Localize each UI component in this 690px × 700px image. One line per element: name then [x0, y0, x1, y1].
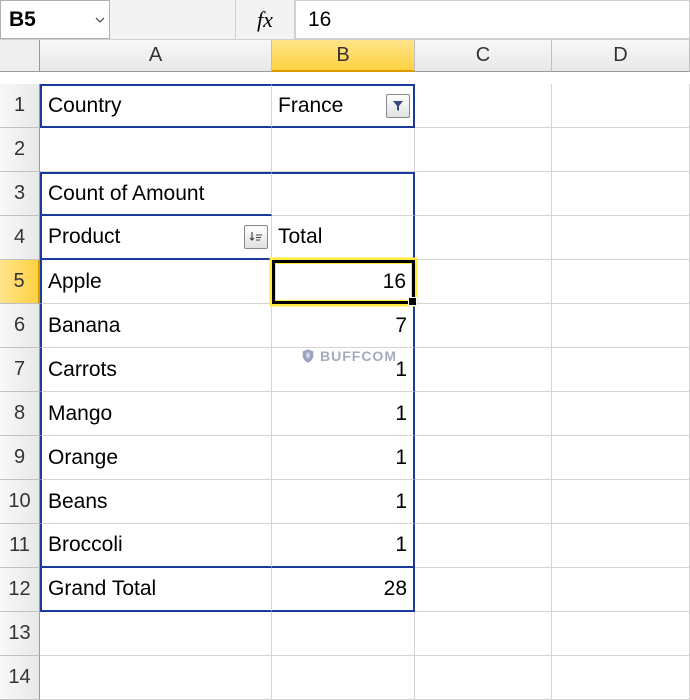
row-header-1[interactable]: 1	[0, 84, 40, 128]
fx-icon: fx	[257, 7, 273, 33]
insert-function-button[interactable]: fx	[235, 0, 295, 39]
row-header-5[interactable]: 5	[0, 260, 40, 304]
row-header-12[interactable]: 12	[0, 568, 40, 612]
cell[interactable]	[415, 172, 552, 216]
pivot-value[interactable]: 1	[272, 348, 415, 392]
cell[interactable]	[415, 656, 552, 700]
cell[interactable]	[552, 84, 690, 128]
pivot-data-field-label[interactable]: Count of Amount	[40, 172, 272, 216]
row-header-14[interactable]: 14	[0, 656, 40, 700]
row-header-7[interactable]: 7	[0, 348, 40, 392]
row-header-2[interactable]: 2	[0, 128, 40, 172]
cell[interactable]	[415, 128, 552, 172]
cell[interactable]	[415, 216, 552, 260]
cell[interactable]	[272, 612, 415, 656]
cell[interactable]	[415, 304, 552, 348]
cell[interactable]	[40, 128, 272, 172]
sort-dropdown-icon[interactable]	[244, 225, 268, 249]
name-box[interactable]: B5	[0, 0, 110, 39]
formula-bar: B5 fx 16	[0, 0, 690, 40]
cell[interactable]	[552, 392, 690, 436]
row-header-13[interactable]: 13	[0, 612, 40, 656]
pivot-value[interactable]: 1	[272, 480, 415, 524]
cell[interactable]	[552, 612, 690, 656]
pivot-values-header[interactable]: Total	[272, 216, 415, 260]
row-header-11[interactable]: 11	[0, 524, 40, 568]
select-all-corner[interactable]	[0, 40, 40, 72]
cell[interactable]	[415, 260, 552, 304]
col-header-d[interactable]: D	[552, 40, 690, 72]
cell[interactable]	[415, 348, 552, 392]
pivot-value[interactable]: 1	[272, 436, 415, 480]
pivot-row-label[interactable]: Apple	[40, 260, 272, 304]
pivot-row-label[interactable]: Mango	[40, 392, 272, 436]
row-header-9[interactable]: 9	[0, 436, 40, 480]
pivot-row-field-label[interactable]: Product	[40, 216, 272, 260]
cell[interactable]	[415, 568, 552, 612]
cell[interactable]	[552, 260, 690, 304]
cell[interactable]	[272, 656, 415, 700]
cell[interactable]	[552, 524, 690, 568]
cell[interactable]	[552, 348, 690, 392]
worksheet-grid[interactable]: A B C D 1 Country France 2 3 Count of Am…	[0, 40, 690, 700]
cell[interactable]	[272, 128, 415, 172]
cell[interactable]	[552, 304, 690, 348]
col-header-b[interactable]: B	[272, 40, 415, 72]
cell[interactable]	[415, 480, 552, 524]
cell[interactable]	[415, 524, 552, 568]
row-header-4[interactable]: 4	[0, 216, 40, 260]
cell[interactable]	[40, 612, 272, 656]
name-box-value: B5	[9, 8, 36, 32]
row-header-10[interactable]: 10	[0, 480, 40, 524]
cell[interactable]	[40, 656, 272, 700]
pivot-value[interactable]: 7	[272, 304, 415, 348]
pivot-row-label[interactable]: Beans	[40, 480, 272, 524]
pivot-row-label[interactable]: Broccoli	[40, 524, 272, 568]
pivot-grand-total-value[interactable]: 28	[272, 568, 415, 612]
cell[interactable]	[552, 568, 690, 612]
pivot-row-label[interactable]: Carrots	[40, 348, 272, 392]
cell[interactable]	[552, 480, 690, 524]
cell[interactable]	[552, 128, 690, 172]
col-header-a[interactable]: A	[40, 40, 272, 72]
pivot-value[interactable]: 1	[272, 524, 415, 568]
pivot-row-label[interactable]: Banana	[40, 304, 272, 348]
cell[interactable]	[552, 436, 690, 480]
pivot-grand-total-label[interactable]: Grand Total	[40, 568, 272, 612]
cell[interactable]	[552, 216, 690, 260]
cell[interactable]	[415, 436, 552, 480]
col-header-c[interactable]: C	[415, 40, 552, 72]
fill-handle[interactable]	[408, 297, 417, 306]
pivot-page-field-value[interactable]: France	[272, 84, 415, 128]
cell[interactable]	[415, 392, 552, 436]
row-header-8[interactable]: 8	[0, 392, 40, 436]
cell[interactable]	[552, 656, 690, 700]
formula-value: 16	[308, 8, 331, 32]
pivot-row-label[interactable]: Orange	[40, 436, 272, 480]
name-box-dropdown-icon[interactable]	[95, 17, 105, 23]
formula-input[interactable]: 16	[295, 0, 690, 39]
pivot-value[interactable]: 1	[272, 392, 415, 436]
cell[interactable]	[415, 612, 552, 656]
pivot-page-field-label[interactable]: Country	[40, 84, 272, 128]
row-header-3[interactable]: 3	[0, 172, 40, 216]
cell[interactable]	[272, 172, 415, 216]
cell[interactable]	[552, 172, 690, 216]
row-header-6[interactable]: 6	[0, 304, 40, 348]
cell[interactable]	[415, 84, 552, 128]
formula-bar-spacer	[110, 0, 235, 39]
active-cell[interactable]: 16	[272, 260, 415, 304]
filter-icon[interactable]	[386, 94, 410, 118]
